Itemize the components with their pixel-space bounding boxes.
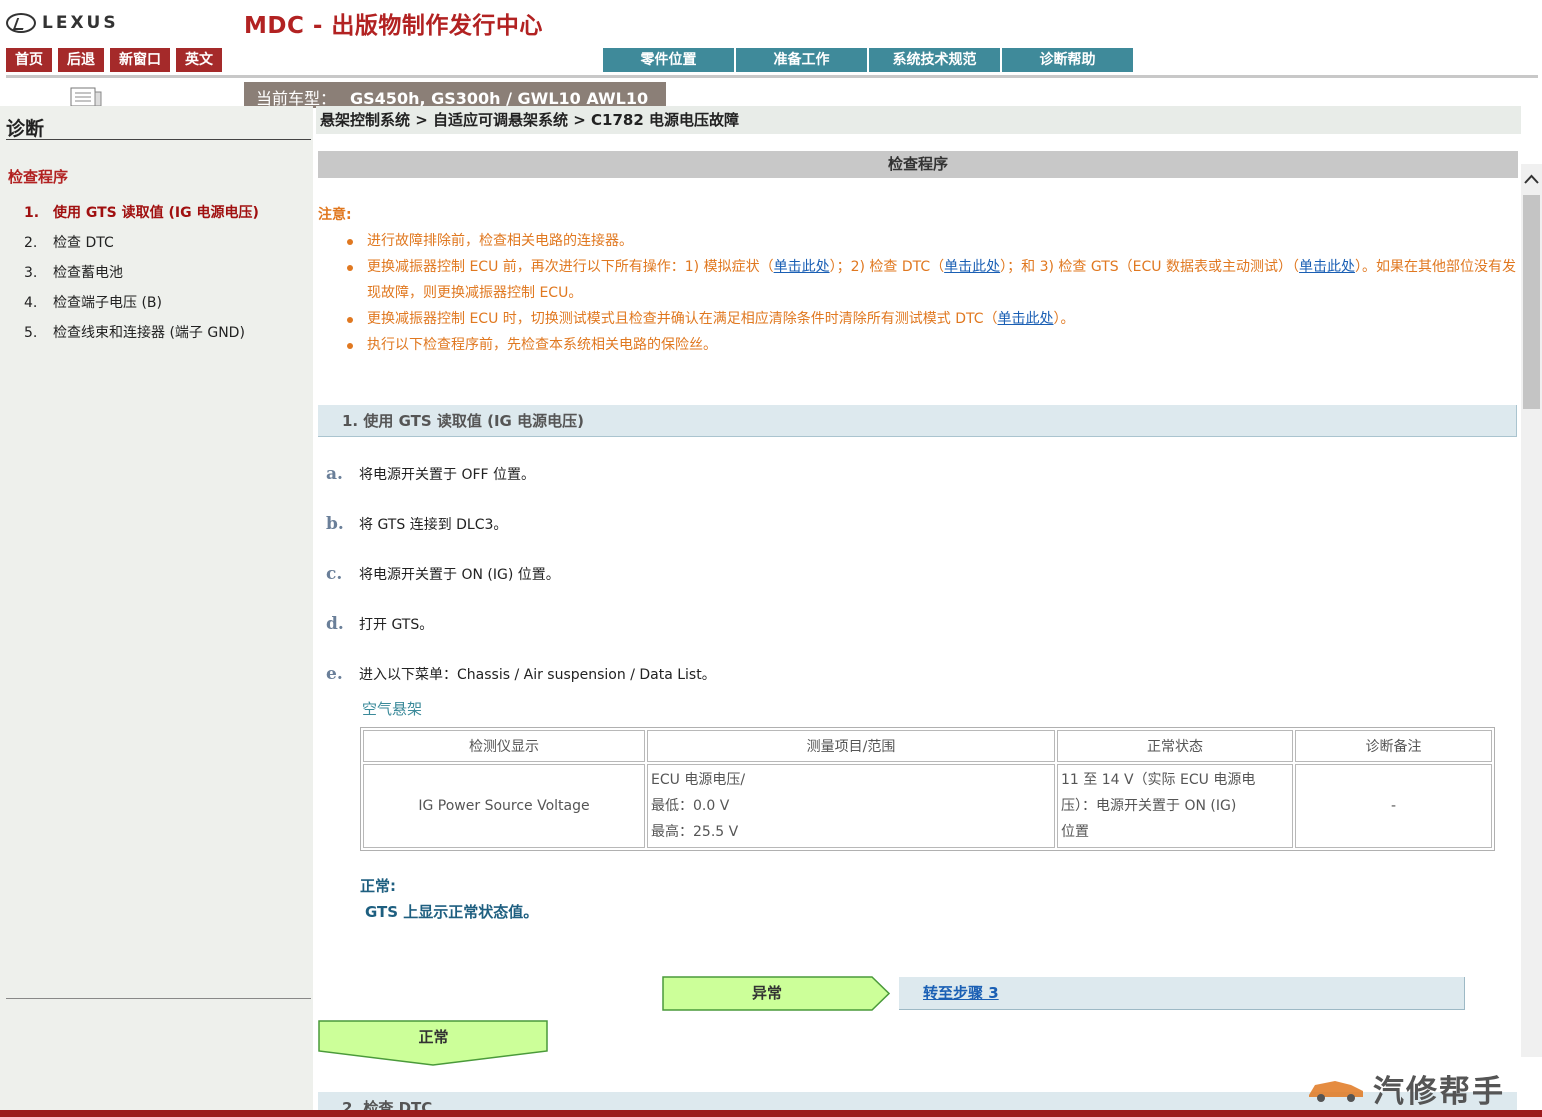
sidebar-item-label: 使用 GTS 读取值 (IG 电源电压) — [53, 205, 259, 221]
tab-preparation[interactable]: 准备工作 — [736, 48, 867, 72]
sidebar-item-step1[interactable]: 1. 使用 GTS 读取值 (IG 电源电压) — [24, 201, 259, 231]
table-header: 正常状态 — [1057, 730, 1293, 762]
tab-system-specs[interactable]: 系统技术规范 — [869, 48, 1000, 72]
sidebar-title: 诊断 — [6, 118, 45, 140]
cell-display: IG Power Source Voltage — [363, 764, 645, 848]
section-header: 检查程序 — [318, 151, 1518, 178]
sidebar-bottom-divider — [6, 998, 311, 999]
substep-b: b. 将 GTS 连接到 DLC3。 — [326, 514, 508, 534]
app-title: MDC - 出版物制作发行中心 — [244, 13, 543, 39]
sidebar-item-step3[interactable]: 3. 检查蓄电池 — [24, 261, 259, 291]
substep-d: d. 打开 GTS。 — [326, 614, 434, 634]
watermark: 汽修帮手 — [1305, 1068, 1542, 1110]
tab-parts-location[interactable]: 零件位置 — [603, 48, 734, 72]
normal-label: 正常: — [360, 877, 396, 895]
back-button[interactable]: 后退 — [58, 48, 104, 72]
cell-normal-condition: 11 至 14 V（实际 ECU 电源电 压）：电源开关置于 ON (IG) 位… — [1057, 764, 1293, 848]
normal-arrow: 正常 — [318, 1020, 549, 1066]
goto-bar: 转至步骤 3 — [899, 977, 1465, 1010]
data-list-table: 检测仪显示 测量项目/范围 正常状态 诊断备注 IG Power Source … — [360, 727, 1495, 851]
notice-list: 进行故障排除前，检查相关电路的连接器。 更换减振器控制 ECU 前，再次进行以下… — [346, 228, 1516, 358]
lexus-logo: LEXUS — [6, 10, 119, 36]
sidebar-item-label: 检查蓄电池 — [53, 265, 123, 281]
click-here-link[interactable]: 单击此处 — [944, 259, 1000, 275]
sidebar-section-title: 检查程序 — [8, 168, 69, 186]
substep-c: c. 将电源开关置于 ON (IG) 位置。 — [326, 564, 560, 584]
vehicle-bar: 当前车型： GS450h, GS300h / GWL10 AWL10 — [244, 82, 666, 108]
sidebar-divider — [6, 139, 311, 140]
click-here-link[interactable]: 单击此处 — [1299, 259, 1355, 275]
sidebar-item-label: 检查端子电压 (B) — [53, 295, 162, 311]
car-icon — [1309, 1081, 1363, 1102]
nav-left: 首页 后退 新窗口 英文 — [6, 48, 222, 72]
table-header: 测量项目/范围 — [647, 730, 1055, 762]
substep-a: a. 将电源开关置于 OFF 位置。 — [326, 464, 536, 484]
document-icon — [70, 87, 102, 106]
sidebar-item-step5[interactable]: 5. 检查线束和连接器 (端子 GND) — [24, 321, 259, 351]
table-header: 检测仪显示 — [363, 730, 645, 762]
step1-header: 1. 使用 GTS 读取值 (IG 电源电压) — [318, 405, 1517, 437]
footer-bar — [0, 1110, 1542, 1117]
goto-step3-link[interactable]: 转至步骤 3 — [923, 977, 999, 1010]
click-here-link[interactable]: 单击此处 — [774, 259, 830, 275]
click-here-link[interactable]: 单击此处 — [998, 311, 1054, 327]
sidebar-item-label: 检查线束和连接器 (端子 GND) — [53, 325, 245, 341]
tab-diagnosis-help[interactable]: 诊断帮助 — [1002, 48, 1133, 72]
abnormal-label: 异常 — [751, 984, 782, 1002]
table-row: IG Power Source Voltage ECU 电源电压/ 最低：0.0… — [363, 764, 1492, 848]
home-button[interactable]: 首页 — [6, 48, 52, 72]
notice-item: 进行故障排除前，检查相关电路的连接器。 — [346, 228, 1516, 254]
cell-note: - — [1295, 764, 1492, 848]
table-header-row: 检测仪显示 测量项目/范围 正常状态 诊断备注 — [363, 730, 1492, 762]
scroll-up-icon[interactable] — [1521, 164, 1542, 194]
watermark-text: 汽修帮手 — [1373, 1073, 1505, 1110]
lexus-emblem-icon — [6, 13, 36, 33]
new-window-button[interactable]: 新窗口 — [110, 48, 170, 72]
table-caption: 空气悬架 — [362, 700, 423, 718]
notice-item: 更换减振器控制 ECU 前，再次进行以下所有操作：1) 模拟症状（单击此处）；2… — [346, 254, 1516, 306]
breadcrumb: 悬架控制系统 > 自适应可调悬架系统 > C1782 电源电压故障 — [316, 106, 1521, 134]
substep-e: e. 进入以下菜单：Chassis / Air suspension / Data… — [326, 664, 716, 684]
notice-title: 注意: — [318, 207, 352, 223]
abnormal-arrow: 异常 — [662, 976, 890, 1011]
sidebar: 诊断 检查程序 1. 使用 GTS 读取值 (IG 电源电压) 2. 检查 DTC … — [0, 106, 313, 1111]
scrollbar-thumb[interactable] — [1523, 195, 1540, 409]
english-button[interactable]: 英文 — [176, 48, 222, 72]
notice-item: 更换减振器控制 ECU 时，切换测试模式且检查并确认在满足相应清除条件时清除所有… — [346, 306, 1516, 332]
header-divider — [6, 75, 1538, 78]
sidebar-item-step2[interactable]: 2. 检查 DTC — [24, 231, 259, 261]
nav-right: 零件位置 准备工作 系统技术规范 诊断帮助 — [603, 48, 1133, 72]
normal-arrow-label: 正常 — [418, 1028, 449, 1046]
cell-range: ECU 电源电压/ 最低：0.0 V 最高：25.5 V — [647, 764, 1055, 848]
sidebar-item-step4[interactable]: 4. 检查端子电压 (B) — [24, 291, 259, 321]
table-header: 诊断备注 — [1295, 730, 1492, 762]
notice-item: 执行以下检查程序前，先检查本系统相关电路的保险丝。 — [346, 332, 1516, 358]
sidebar-item-label: 检查 DTC — [53, 235, 114, 251]
logo-text: LEXUS — [42, 13, 119, 33]
normal-result-text: GTS 上显示正常状态值。 — [365, 903, 539, 921]
sidebar-list: 1. 使用 GTS 读取值 (IG 电源电压) 2. 检查 DTC 3. 检查蓄电池 … — [24, 201, 259, 351]
